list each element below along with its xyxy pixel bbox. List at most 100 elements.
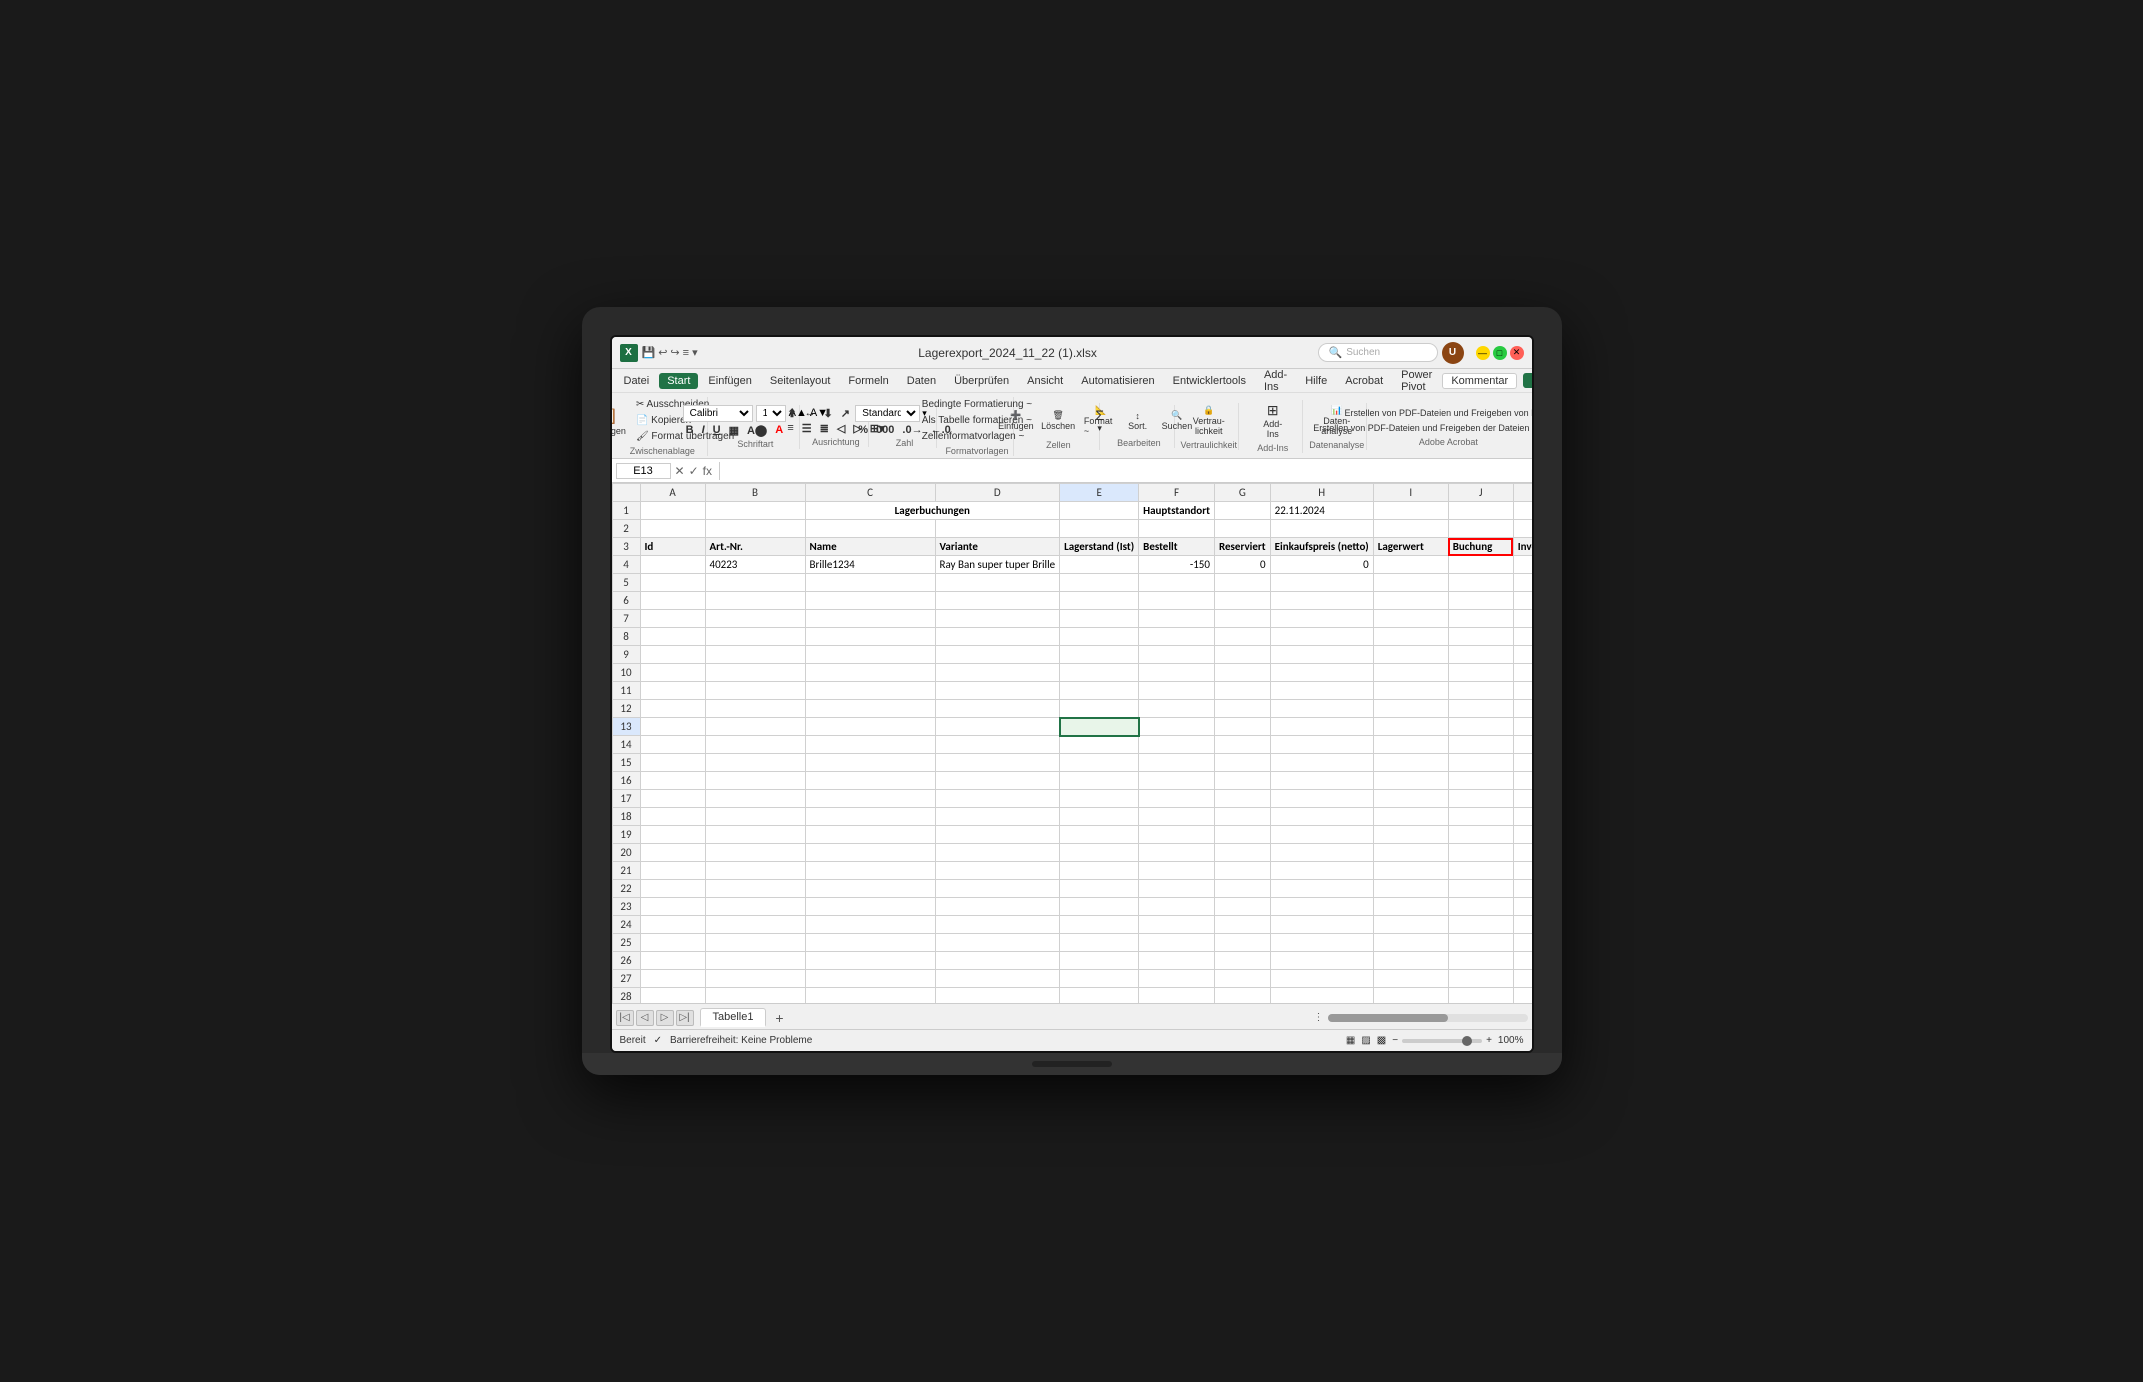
freigeben-button[interactable]: 👤 Freigeben ▾ — [1523, 373, 1533, 388]
menu-hilfe[interactable]: Hilfe — [1297, 373, 1335, 389]
close-button[interactable]: ✕ — [1510, 346, 1524, 360]
cell-d4[interactable]: Ray Ban super tuper Brille — [935, 556, 1060, 574]
text-angle-button[interactable]: ↗ — [838, 407, 853, 420]
cell-b13[interactable] — [705, 718, 805, 736]
accessibility-icon[interactable]: ✓ — [654, 1035, 662, 1046]
insert-function-icon[interactable]: fx — [703, 464, 712, 478]
col-header-i[interactable]: I — [1373, 484, 1448, 502]
col-header-a[interactable]: A — [640, 484, 705, 502]
cell-i13[interactable] — [1373, 718, 1448, 736]
cell-d2[interactable] — [935, 520, 1060, 538]
align-center-button[interactable]: ☰ — [799, 422, 815, 435]
undo-icon[interactable]: ↩ — [658, 346, 667, 359]
menu-seitenlayout[interactable]: Seitenlayout — [762, 373, 839, 389]
spreadsheet[interactable]: A B C D E F G H I J K L M N O — [612, 483, 1532, 1003]
bold-button[interactable]: B — [683, 424, 697, 436]
underline-button[interactable]: U — [710, 424, 724, 436]
search-box[interactable]: 🔍 Suchen — [1318, 343, 1438, 362]
normal-view-button[interactable]: ▦ — [1346, 1035, 1355, 1046]
cell-i2[interactable] — [1373, 520, 1448, 538]
align-middle-button[interactable]: ↔ — [802, 407, 819, 420]
menu-einfuegen[interactable]: Einfügen — [700, 373, 759, 389]
cell-e3[interactable]: Lagerstand (Ist) — [1060, 538, 1139, 556]
menu-daten[interactable]: Daten — [899, 373, 944, 389]
autosave-icon[interactable]: ≡ — [683, 347, 689, 359]
cell-h1[interactable]: 22.11.2024 — [1270, 502, 1373, 520]
maximize-button[interactable]: □ — [1493, 346, 1507, 360]
cell-a2[interactable] — [640, 520, 705, 538]
cell-g1[interactable] — [1214, 502, 1270, 520]
cell-c4[interactable]: Brille1234 — [805, 556, 935, 574]
prev-sheet-button[interactable]: ◁ — [636, 1010, 654, 1026]
page-break-button[interactable]: ▩ — [1377, 1035, 1386, 1046]
cell-a3[interactable]: Id — [640, 538, 705, 556]
cell-f4[interactable]: -150 — [1139, 556, 1215, 574]
cell-j2[interactable] — [1448, 520, 1513, 538]
col-header-k[interactable]: K — [1513, 484, 1531, 502]
cell-b2[interactable] — [705, 520, 805, 538]
cell-i4[interactable] — [1373, 556, 1448, 574]
col-header-h[interactable]: H — [1270, 484, 1373, 502]
cell-e1[interactable] — [1060, 502, 1139, 520]
cell-reference-box[interactable] — [616, 463, 671, 479]
cell-c2[interactable] — [805, 520, 935, 538]
menu-addins[interactable]: Add-Ins — [1256, 367, 1295, 395]
summe-button[interactable]: Σ ▾ — [1082, 405, 1118, 436]
font-size-select[interactable]: 12 — [756, 405, 786, 422]
cell-f3[interactable]: Bestellt — [1139, 538, 1215, 556]
italic-button[interactable]: I — [699, 424, 708, 436]
loeschen-button[interactable]: 🗑 Löschen — [1038, 408, 1078, 433]
cell-k1[interactable] — [1513, 502, 1531, 520]
kommentar-button[interactable]: Kommentar — [1442, 373, 1517, 389]
menu-start[interactable]: Start — [659, 373, 698, 389]
col-header-g[interactable]: G — [1214, 484, 1270, 502]
fill-color-button[interactable]: A⬤ — [744, 424, 770, 437]
zoom-slider[interactable] — [1402, 1039, 1482, 1043]
col-header-c[interactable]: C — [805, 484, 935, 502]
addins-button[interactable]: ⊞ Add- Ins — [1255, 400, 1291, 441]
cell-f1[interactable]: Hauptstandort — [1139, 502, 1215, 520]
cell-e2[interactable] — [1060, 520, 1139, 538]
col-header-e[interactable]: E — [1060, 484, 1139, 502]
align-right-button[interactable]: ≣ — [817, 422, 832, 435]
cell-d3[interactable]: Variante — [935, 538, 1060, 556]
erstellen-pdf-button[interactable]: Erstellen von PDF-Dateien und Freigeben … — [1341, 406, 1534, 420]
menu-acrobat[interactable]: Acrobat — [1337, 373, 1391, 389]
next-sheet-button[interactable]: ▷ — [656, 1010, 674, 1026]
cell-k4[interactable] — [1513, 556, 1531, 574]
percent-button[interactable]: % — [855, 424, 871, 436]
menu-ueberpruefen[interactable]: Überprüfen — [946, 373, 1017, 389]
cell-e13[interactable] — [1060, 718, 1139, 736]
font-family-select[interactable]: Calibri — [683, 405, 753, 422]
zoom-in-button[interactable]: + — [1486, 1035, 1492, 1046]
cell-g2[interactable] — [1214, 520, 1270, 538]
sheet-tab-tabelle1[interactable]: Tabelle1 — [700, 1008, 767, 1027]
col-header-j[interactable]: J — [1448, 484, 1513, 502]
cell-b4[interactable]: 40223 — [705, 556, 805, 574]
first-sheet-button[interactable]: |◁ — [616, 1010, 634, 1026]
cell-j3[interactable]: Buchung — [1448, 538, 1513, 556]
cell-g4[interactable]: 0 — [1214, 556, 1270, 574]
horizontal-scrollbar[interactable] — [1328, 1014, 1528, 1022]
cell-b3[interactable]: Art.-Nr. — [705, 538, 805, 556]
thousands-button[interactable]: 000 — [873, 424, 897, 436]
row-header-3[interactable]: 3 — [612, 538, 640, 556]
col-header-f[interactable]: F — [1139, 484, 1215, 502]
cell-k13[interactable] — [1513, 718, 1531, 736]
col-header-d[interactable]: D — [935, 484, 1060, 502]
cell-a13[interactable] — [640, 718, 705, 736]
cell-i1[interactable] — [1373, 502, 1448, 520]
cell-h3[interactable]: Einkaufspreis (netto) — [1270, 538, 1373, 556]
cell-h13[interactable] — [1270, 718, 1373, 736]
cell-j4[interactable] — [1448, 556, 1513, 574]
formula-input[interactable] — [727, 464, 1528, 478]
menu-formeln[interactable]: Formeln — [840, 373, 896, 389]
add-sheet-button[interactable]: + — [770, 1009, 788, 1027]
vertraulichkeit-button[interactable]: 🔒 Vertrau- lichkeit — [1189, 403, 1229, 438]
einfuegen-button[interactable]: 📋 Einfügen — [610, 404, 630, 438]
menu-datei[interactable]: Datei — [616, 373, 658, 389]
cell-g13[interactable] — [1214, 718, 1270, 736]
confirm-formula-icon[interactable]: ✓ — [689, 464, 699, 478]
cell-h2[interactable] — [1270, 520, 1373, 538]
menu-ansicht[interactable]: Ansicht — [1019, 373, 1071, 389]
